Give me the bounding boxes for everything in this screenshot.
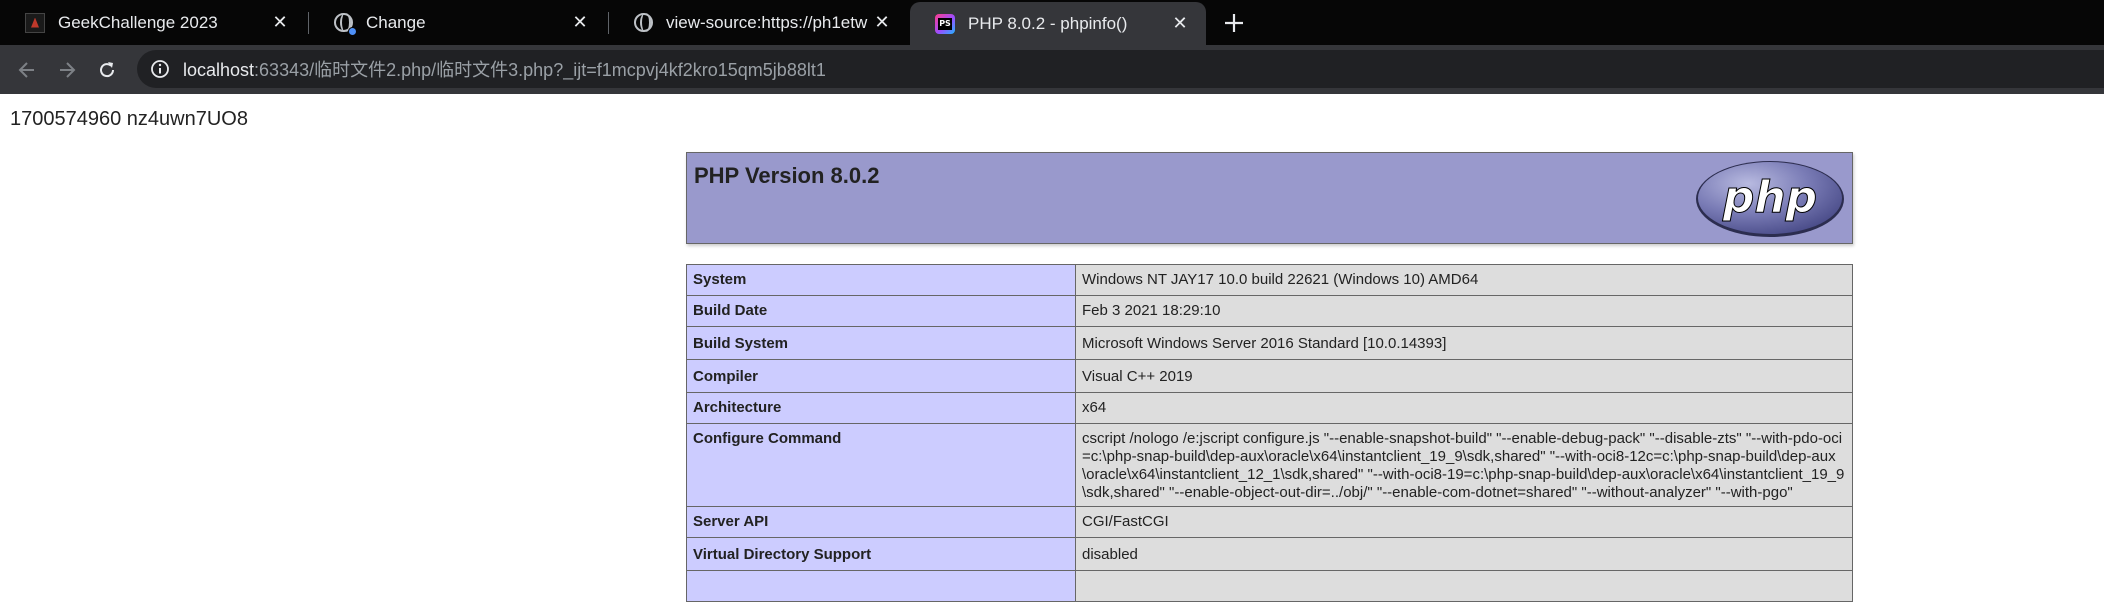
tab-title: view-source:https://ph1etwhn — [666, 12, 868, 32]
site-info-icon[interactable] — [149, 58, 171, 80]
table-row: Virtual Directory Support disabled — [686, 537, 1853, 571]
globe-icon — [633, 13, 653, 33]
row-value: disabled — [1075, 537, 1853, 571]
tab-title: GeekChallenge 2023 — [58, 12, 218, 32]
row-key — [686, 570, 1076, 602]
table-row: Build Date Feb 3 2021 18:29:10 — [686, 295, 1853, 327]
row-value — [1075, 570, 1853, 602]
table-row: Configure Command cscript /nologo /e:jsc… — [686, 423, 1853, 507]
back-button[interactable] — [10, 53, 44, 87]
php-logo-text: php — [1722, 172, 1817, 223]
row-key: System — [686, 264, 1076, 296]
row-key: Build System — [686, 326, 1076, 360]
php-logo[interactable]: php — [1694, 159, 1846, 244]
page-content: 1700574960 nz4uwn7UO8 PHP Version 8.0.2 … — [0, 94, 2104, 613]
notification-dot-icon — [347, 27, 357, 36]
tab-geekchallenge[interactable]: GeekChallenge 2023 ✕ — [0, 0, 306, 45]
tab-title: PHP 8.0.2 - phpinfo() — [968, 13, 1128, 33]
row-value: x64 — [1075, 392, 1853, 424]
table-row: Build System Microsoft Windows Server 20… — [686, 326, 1853, 360]
row-value: cscript /nologo /e:jscript configure.js … — [1075, 423, 1853, 507]
table-row: Server API CGI/FastCGI — [686, 506, 1853, 538]
row-key: Configure Command — [686, 423, 1076, 507]
reload-button[interactable] — [90, 53, 124, 87]
plus-icon — [1225, 14, 1243, 32]
row-value: Feb 3 2021 18:29:10 — [1075, 295, 1853, 327]
tab-change[interactable]: Change ✕ — [308, 0, 606, 45]
address-bar[interactable]: localhost:63343/临时文件2.php/临时文件3.php?_ijt… — [137, 50, 2104, 88]
close-icon[interactable]: ✕ — [1166, 10, 1194, 38]
table-row: Architecture x64 — [686, 392, 1853, 424]
arrow-right-icon — [60, 62, 76, 78]
tab-strip: GeekChallenge 2023 ✕ Change ✕ view-sourc… — [0, 0, 2104, 45]
row-key: Build Date — [686, 295, 1076, 327]
row-value: CGI/FastCGI — [1075, 506, 1853, 538]
phpinfo-table: System Windows NT JAY17 10.0 build 22621… — [686, 264, 1853, 602]
url-host: localhost — [183, 60, 255, 80]
arrow-left-icon — [18, 62, 34, 78]
table-row: System Windows NT JAY17 10.0 build 22621… — [686, 264, 1853, 296]
forward-button[interactable] — [50, 53, 84, 87]
phpinfo-header: PHP Version 8.0.2 php — [686, 152, 1853, 244]
row-key: Virtual Directory Support — [686, 537, 1076, 571]
tab-title: Change — [366, 12, 426, 32]
row-value: Visual C++ 2019 — [1075, 359, 1853, 393]
phpstorm-icon — [935, 13, 955, 34]
row-key: Server API — [686, 506, 1076, 538]
url-text[interactable]: localhost:63343/临时文件2.php/临时文件3.php?_ijt… — [183, 56, 826, 82]
tab-phpinfo[interactable]: PHP 8.0.2 - phpinfo() ✕ — [910, 2, 1206, 45]
tab-view-source[interactable]: view-source:https://ph1etwhn ✕ — [608, 0, 908, 45]
new-tab-button[interactable] — [1217, 6, 1251, 40]
row-value: Windows NT JAY17 10.0 build 22621 (Windo… — [1075, 264, 1853, 296]
url-path: :63343/临时文件2.php/临时文件3.php?_ijt=f1mcpvj4… — [254, 60, 826, 80]
globe-icon — [333, 13, 357, 36]
table-row — [686, 570, 1853, 602]
phpinfo-container: PHP Version 8.0.2 php System Windows NT … — [686, 152, 1853, 602]
close-icon[interactable]: ✕ — [566, 9, 594, 37]
geekchallenge-icon — [25, 12, 45, 33]
row-value: Microsoft Windows Server 2016 Standard [… — [1075, 326, 1853, 360]
close-icon[interactable]: ✕ — [868, 9, 896, 37]
browser-toolbar: localhost:63343/临时文件2.php/临时文件3.php?_ijt… — [0, 45, 2104, 94]
echo-output: 1700574960 nz4uwn7UO8 — [10, 108, 248, 130]
row-key: Architecture — [686, 392, 1076, 424]
table-row: Compiler Visual C++ 2019 — [686, 359, 1853, 393]
row-key: Compiler — [686, 359, 1076, 393]
close-icon[interactable]: ✕ — [266, 9, 294, 37]
php-version-title: PHP Version 8.0.2 — [694, 163, 880, 188]
reload-icon — [100, 62, 115, 78]
